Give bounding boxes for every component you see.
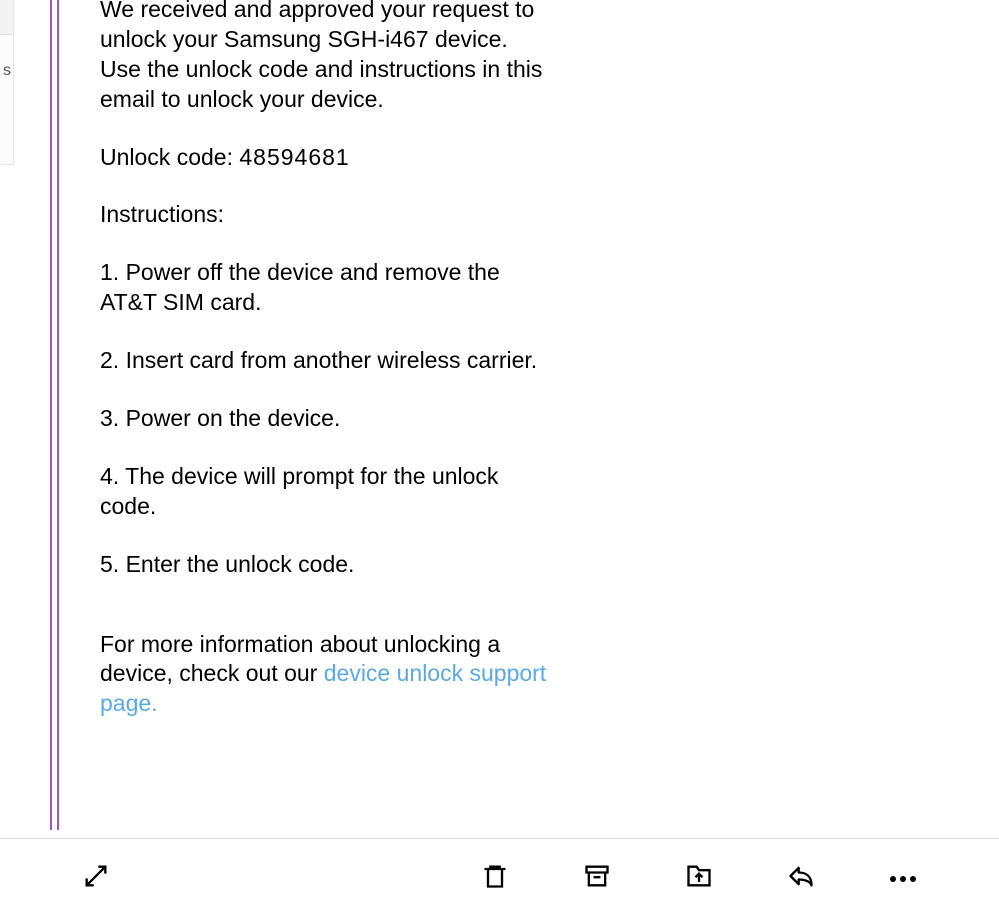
expand-icon [82,862,110,895]
left-panel-text-fragment: s [3,62,11,80]
left-panel-fragment-top [0,0,14,35]
instruction-step: 4. The device will prompt for the unlock… [100,462,550,522]
more-icon [890,876,916,882]
instructions-heading: Instructions: [100,200,550,230]
unlock-code-value: 48594681 [239,144,349,170]
archive-button[interactable] [581,863,613,895]
left-panel-fragment-bottom [0,35,14,165]
reply-icon [787,862,815,895]
more-info-paragraph: For more information about unlocking a d… [100,630,550,720]
trash-icon [481,862,509,895]
unlock-code-line: Unlock code: 48594681 [100,143,550,173]
delete-button[interactable] [479,863,511,895]
instruction-step: 1. Power off the device and remove the A… [100,258,550,318]
instruction-step: 3. Power on the device. [100,404,550,434]
expand-button[interactable] [80,863,112,895]
email-toolbar [0,838,999,918]
more-button[interactable] [887,863,919,895]
unlock-code-label: Unlock code: [100,144,233,170]
move-button[interactable] [683,863,715,895]
email-body: We received and approved your request to… [100,0,550,747]
archive-icon [583,862,611,895]
folder-up-icon [685,862,713,895]
instruction-step: 5. Enter the unlock code. [100,550,550,580]
reply-button[interactable] [785,863,817,895]
email-quote-bars [50,0,59,830]
email-intro-paragraph: We received and approved your request to… [100,0,550,115]
instruction-step: 2. Insert card from another wireless car… [100,346,550,376]
